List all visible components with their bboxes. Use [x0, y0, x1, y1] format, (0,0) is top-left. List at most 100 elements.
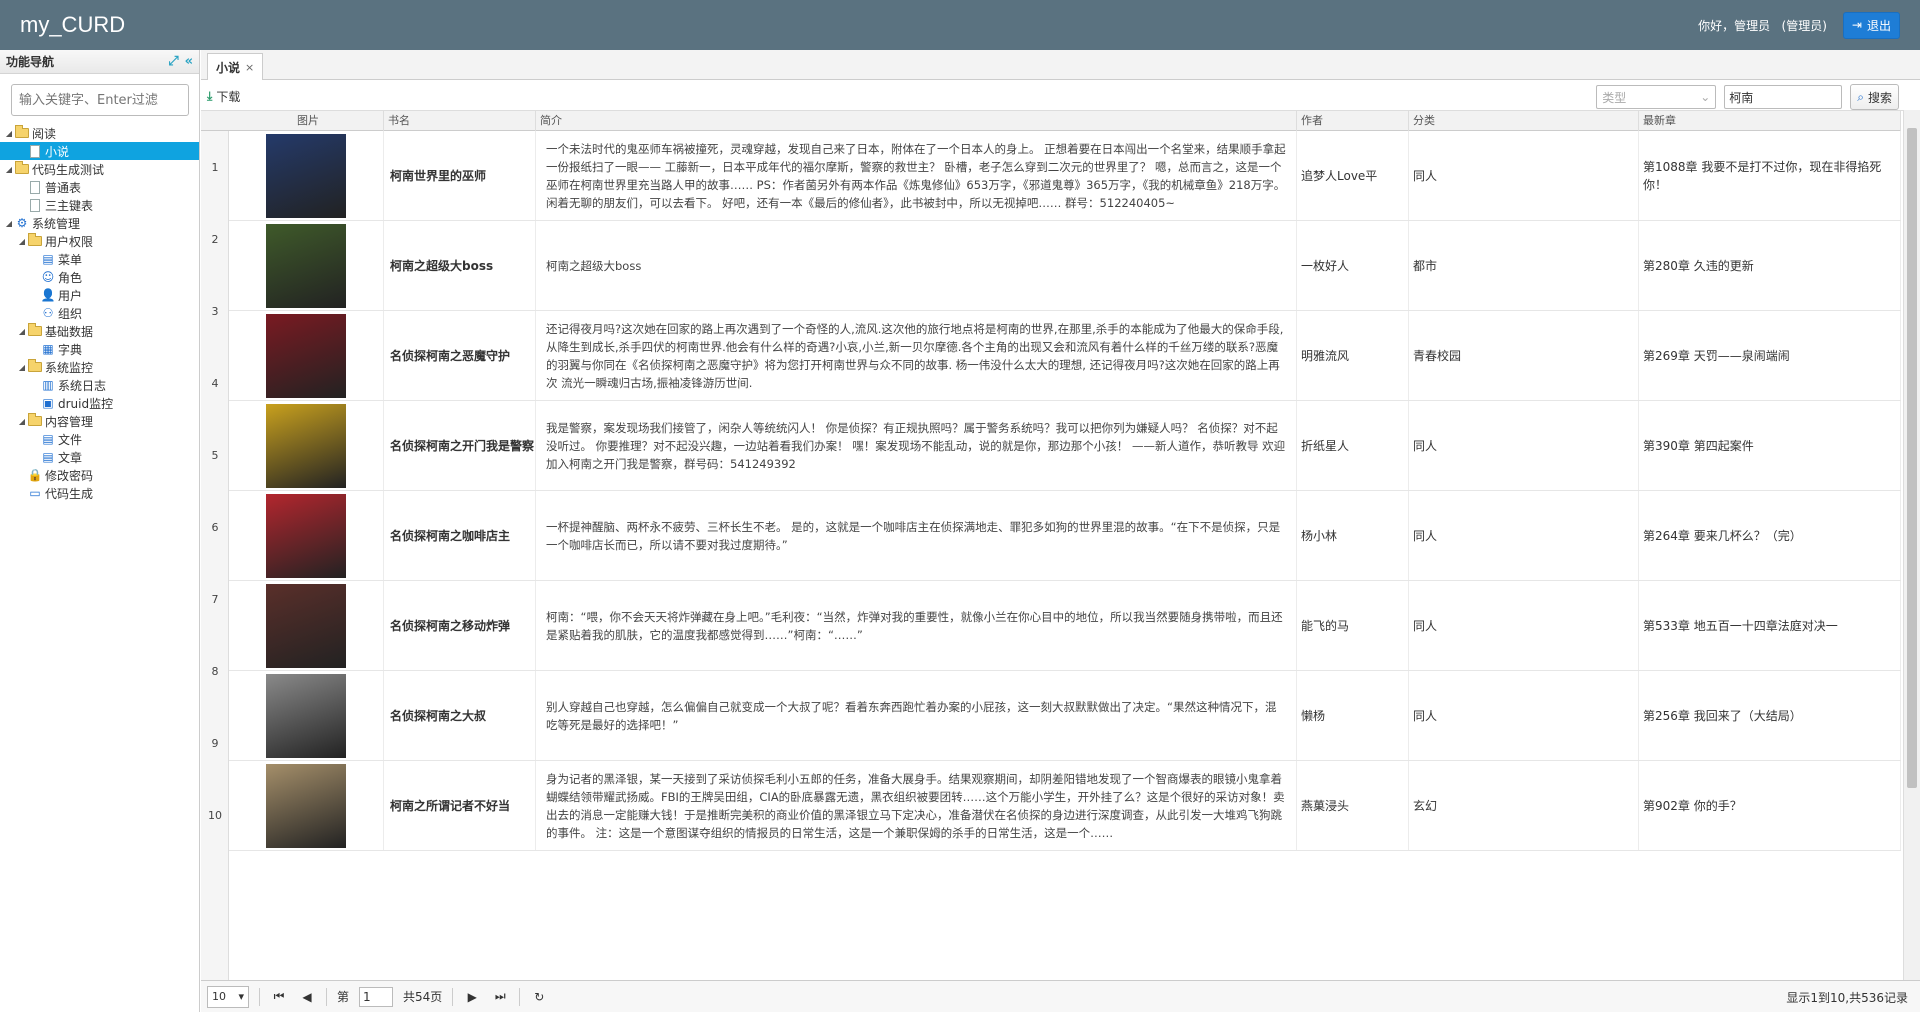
sidebar-item[interactable]: ◢ 内容管理: [0, 412, 199, 430]
row-number: 5: [211, 449, 219, 462]
scrollbar-thumb[interactable]: [1907, 128, 1917, 788]
pager-divider: [326, 987, 327, 1006]
expand-toggle-icon[interactable]: ◢: [4, 165, 14, 174]
row-number: 6: [211, 521, 219, 534]
sidebar-item[interactable]: ▤ 文件: [0, 430, 199, 448]
log-icon: ▥: [42, 378, 54, 392]
table-row[interactable]: 名侦探柯南之开门我是警察 我是警察，案发现场我们接管了，闲杂人等统统闪人！ 你是侦…: [229, 401, 1901, 491]
expand-all-icon[interactable]: ⤢: [168, 54, 178, 69]
expand-toggle-icon[interactable]: ◢: [17, 363, 27, 372]
sidebar-item[interactable]: ◢ 基础数据: [0, 322, 199, 340]
book-name: 名侦探柯南之开门我是警察: [384, 401, 536, 490]
book-latest-chapter: 第256章 我回来了（大结局）: [1639, 671, 1901, 760]
expand-toggle-icon[interactable]: ◢: [17, 237, 27, 246]
book-latest-chapter: 第264章 要来几杯么？（完）: [1639, 491, 1901, 580]
search-icon: ⌕: [1857, 89, 1864, 104]
book-name: 柯南世界里的巫师: [384, 131, 536, 220]
book-author: 燕菓浸头: [1297, 761, 1409, 850]
book-intro-cell: 一个未法时代的鬼巫师车祸被撞死，灵魂穿越，发现自己来了日本，附体在了一个日本人的…: [536, 131, 1297, 220]
sidebar-item[interactable]: 👤 用户: [0, 286, 199, 304]
column-header-latest[interactable]: 最新章: [1639, 111, 1901, 131]
sidebar-item[interactable]: ⚇ 组织: [0, 304, 199, 322]
sidebar-item-label: 修改密码: [45, 468, 94, 483]
logout-label: 退出: [1866, 18, 1891, 33]
vertical-scrollbar[interactable]: [1903, 110, 1920, 980]
sidebar-item[interactable]: ▦ 字典: [0, 340, 199, 358]
sidebar-item[interactable]: 小说: [0, 142, 199, 160]
sidebar-item[interactable]: ◢ 用户权限: [0, 232, 199, 250]
sidebar-header: 功能导航 ⤢ «: [0, 50, 199, 74]
type-select[interactable]: 类型 ⌄: [1596, 85, 1717, 109]
expand-toggle-icon[interactable]: ◢: [4, 129, 14, 138]
page-number-input[interactable]: 1: [359, 986, 394, 1007]
page-total: 共54页: [403, 990, 443, 1004]
sidebar-item[interactable]: 普通表: [0, 178, 199, 196]
close-tab-icon[interactable]: ×: [245, 61, 254, 74]
next-page-icon[interactable]: ▶: [463, 990, 481, 1004]
row-number: 7: [211, 593, 219, 606]
sidebar-item[interactable]: 三主键表: [0, 196, 199, 214]
sidebar-item-label: 阅读: [32, 126, 57, 141]
table-row[interactable]: 柯南之所谓记者不好当 身为记者的黑泽银，某一天接到了采访侦探毛利小五郎的任务，准备…: [229, 761, 1901, 851]
page-size-select[interactable]: 10 ▾: [207, 985, 249, 1008]
download-button[interactable]: ⤓ 下载: [207, 88, 240, 105]
cover-cell: [229, 221, 384, 310]
book-name: 名侦探柯南之咖啡店主: [384, 491, 536, 580]
column-header-name[interactable]: 书名: [384, 111, 536, 131]
last-page-icon[interactable]: ⏭: [491, 989, 509, 1004]
file-icon: ▤: [42, 432, 54, 446]
folder-icon: [27, 323, 43, 338]
expand-toggle-icon[interactable]: ◢: [17, 417, 27, 426]
column-header-intro[interactable]: 简介: [536, 111, 1297, 131]
app-title: my_CURD: [20, 12, 126, 37]
sidebar-item[interactable]: ◢ 阅读: [0, 124, 199, 142]
book-intro: 一个未法时代的鬼巫师车祸被撞死，灵魂穿越，发现自己来了日本，附体在了一个日本人的…: [546, 141, 1286, 210]
sidebar-item[interactable]: ▤ 文章: [0, 448, 199, 466]
search-button[interactable]: ⌕ 搜索: [1850, 84, 1899, 110]
column-header-category[interactable]: 分类: [1409, 111, 1639, 131]
collapse-sidebar-icon[interactable]: «: [185, 54, 193, 69]
sidebar-item[interactable]: ▭ 代码生成: [0, 484, 199, 502]
book-cover-image: [266, 313, 346, 398]
prev-page-icon[interactable]: ◀: [298, 990, 316, 1004]
table-row[interactable]: 柯南世界里的巫师 一个未法时代的鬼巫师车祸被撞死，灵魂穿越，发现自己来了日本，附体…: [229, 131, 1901, 221]
pagination-bar: 10 ▾ ⏮ ◀ 第 1 共54页 ▶ ⏭ ↻ 显示1到10,共536记录: [201, 980, 1920, 1012]
column-header-author[interactable]: 作者: [1297, 111, 1409, 131]
sidebar-item[interactable]: ▤ 菜单: [0, 250, 199, 268]
grid-toolbar: ⤓ 下载 类型 ⌄ 柯南 ⌕ 搜索: [201, 80, 1920, 112]
tab-novel[interactable]: 小说 ×: [207, 53, 264, 80]
expand-toggle-icon[interactable]: ◢: [17, 327, 27, 336]
menu-filter-input[interactable]: [11, 84, 189, 116]
sidebar-item[interactable]: 🔒 修改密码: [0, 466, 199, 484]
column-header-cover[interactable]: 图片: [229, 111, 384, 131]
first-page-icon[interactable]: ⏮: [270, 989, 288, 1004]
sidebar-item-label: 代码生成测试: [32, 162, 105, 177]
book-intro: 别人穿越自己也穿越，怎么偏偏自己就变成一个大叔了呢？看着东奔西跑忙着办案的小屁孩…: [546, 699, 1277, 732]
sidebar-item[interactable]: ▥ 系统日志: [0, 376, 199, 394]
keyword-input[interactable]: 柯南: [1724, 85, 1843, 109]
sidebar-item[interactable]: ▣ druid监控: [0, 394, 199, 412]
tab-bar: 小说 ×: [201, 50, 1920, 80]
table-row[interactable]: 名侦探柯南之咖啡店主 一杯提神醒脑、两杯永不疲劳、三杯长生不老。 是的，这就是一个…: [229, 491, 1901, 581]
refresh-icon[interactable]: ↻: [530, 990, 548, 1004]
sidebar-item-label: 文章: [58, 450, 83, 465]
sidebar-item[interactable]: ◢ 系统监控: [0, 358, 199, 376]
lock-icon: 🔒: [27, 468, 43, 482]
chevron-down-icon: ▾: [238, 990, 244, 1003]
sidebar-item[interactable]: ☺ 角色: [0, 268, 199, 286]
table-row[interactable]: 柯南之超级大boss 柯南之超级大boss 一枚好人 都市 第280章 久违的更新: [229, 221, 1901, 311]
dict-icon: ▦: [42, 342, 54, 356]
table-row[interactable]: 名侦探柯南之移动炸弹 柯南：“喂，你不会天天将炸弹藏在身上吧。”毛利夜：“当然，炸…: [229, 581, 1901, 671]
chevron-down-icon: ⌄: [1700, 90, 1711, 104]
sidebar-item[interactable]: ◢ ⚙ 系统管理: [0, 214, 199, 232]
book-name: 名侦探柯南之大叔: [384, 671, 536, 760]
logout-button[interactable]: ⇥ 退出: [1842, 11, 1900, 39]
expand-toggle-icon[interactable]: ◢: [4, 219, 14, 228]
book-author: 杨小林: [1297, 491, 1409, 580]
sidebar-item[interactable]: ◢ 代码生成测试: [0, 160, 199, 178]
book-name: 柯南之超级大boss: [384, 221, 536, 310]
pager-divider: [452, 987, 454, 1006]
book-author: 明雅流风: [1297, 311, 1409, 400]
table-row[interactable]: 名侦探柯南之大叔 别人穿越自己也穿越，怎么偏偏自己就变成一个大叔了呢？看着东奔西跑…: [229, 671, 1901, 761]
table-row[interactable]: 名侦探柯南之恶魔守护 还记得夜月吗?这次她在回家的路上再次遇到了一个奇怪的人,流风…: [229, 311, 1901, 401]
